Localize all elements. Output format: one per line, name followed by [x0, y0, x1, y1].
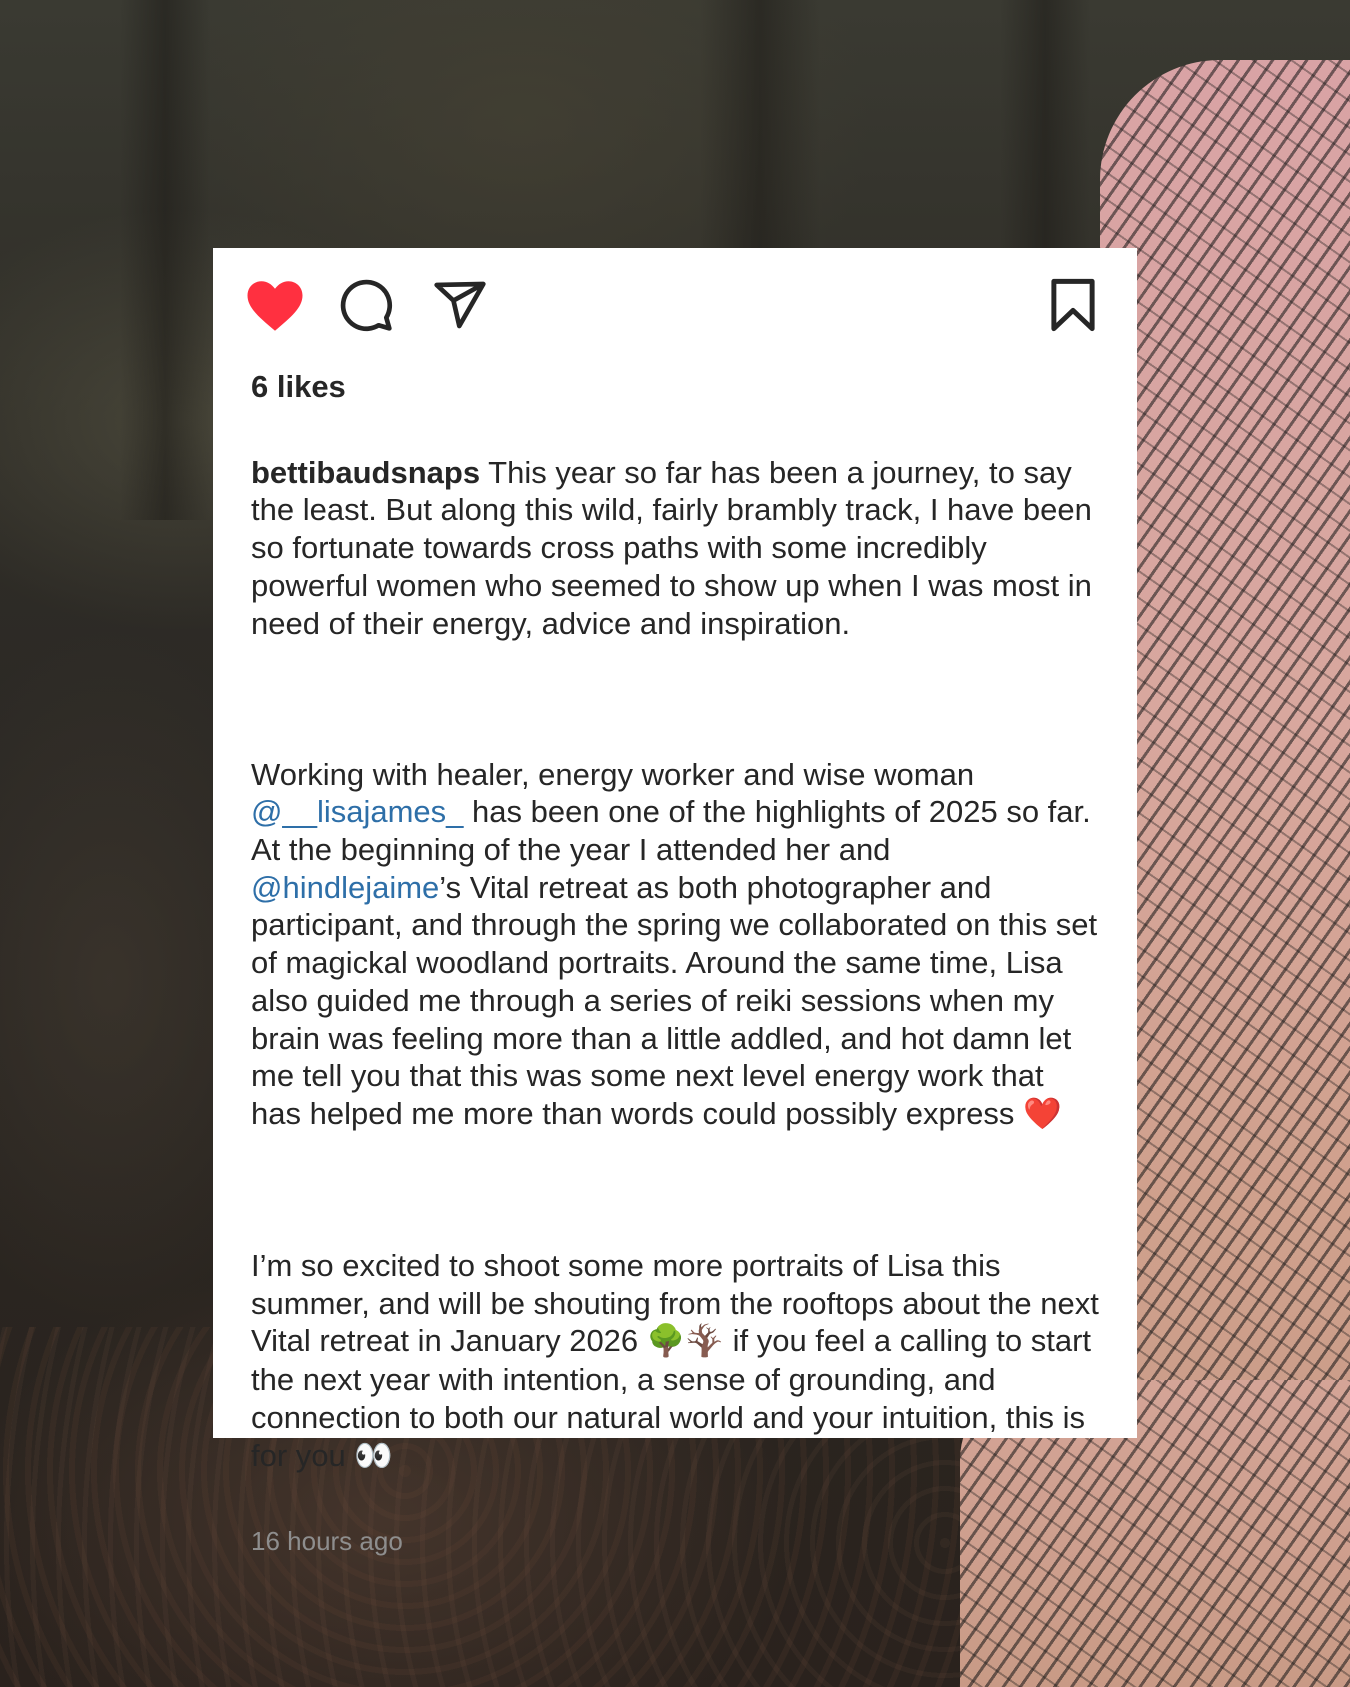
username-link[interactable]: bettibaudsnaps [251, 455, 480, 490]
action-bar [247, 274, 1099, 336]
like-count[interactable]: 6 likes [251, 368, 1099, 406]
caption-text: ’s Vital retreat as both photographer an… [251, 869, 1098, 1131]
mention-link[interactable]: @hindlejaime [251, 870, 439, 905]
post-timestamp: 16 hours ago [251, 1525, 403, 1556]
background-photo: 6 likes bettibaudsnaps This year so far … [0, 0, 1350, 1687]
caption-paragraph-3: I’m so excited to shoot some more portra… [251, 1247, 1099, 1475]
caption-text: Working with healer, energy worker and w… [251, 756, 975, 792]
tree-trunk [120, 0, 210, 520]
red-heart-emoji: ❤️ [1022, 1095, 1062, 1132]
tree-emoji: 🌳🪾 [646, 1323, 724, 1360]
share-icon[interactable] [431, 276, 489, 334]
caption-paragraph-2: Working with healer, energy worker and w… [251, 756, 1099, 1134]
bookmark-icon[interactable] [1047, 275, 1099, 335]
heart-icon[interactable] [245, 277, 305, 333]
post-caption: bettibaudsnaps This year so far has been… [251, 416, 1099, 1513]
comment-icon[interactable] [337, 276, 395, 334]
post-card: 6 likes bettibaudsnaps This year so far … [213, 248, 1137, 1556]
eyes-emoji: 👀 [354, 1437, 393, 1474]
mention-link[interactable]: @__lisajames_ [251, 794, 463, 829]
caption-paragraph-1: bettibaudsnaps This year so far has been… [251, 454, 1099, 643]
